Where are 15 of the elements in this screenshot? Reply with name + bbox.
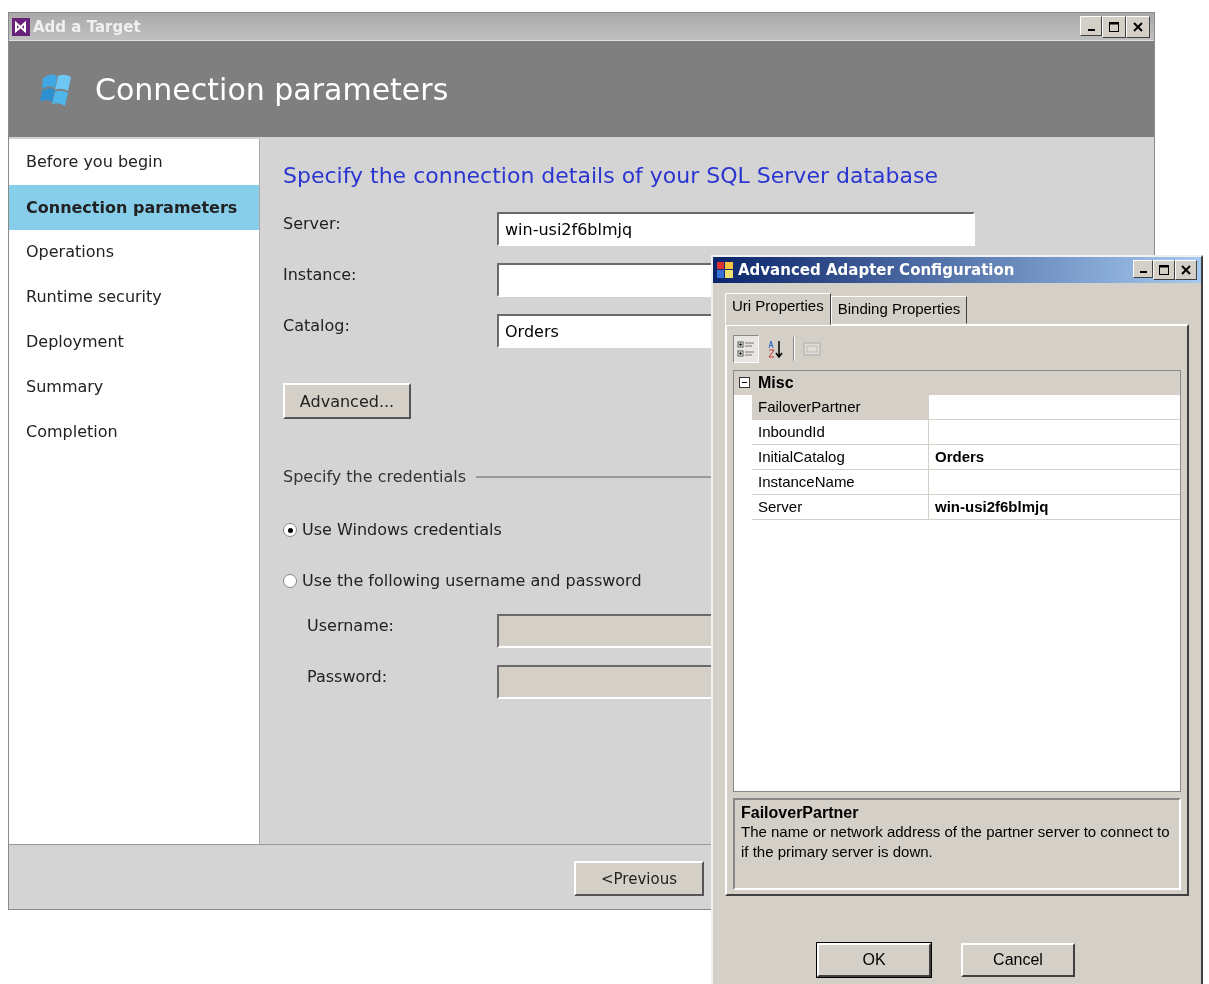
group-heading: Specify the credentials <box>283 467 466 486</box>
description-text: The name or network address of the partner server to connect to if the primary server is down. <box>741 822 1171 862</box>
radio-label: Use the following username and password <box>302 571 642 590</box>
window-title: Advanced Adapter Configuration <box>738 261 1016 279</box>
description-title: FailoverPartner <box>741 804 860 822</box>
field-label: Server: <box>283 213 342 233</box>
section-heading: Specify the connection details of your SQL Server database <box>283 163 939 188</box>
page-title: Connection parameters <box>95 71 449 107</box>
window-title: Add a Target <box>33 17 142 36</box>
field-label: Catalog: <box>283 315 351 335</box>
field-label: Username: <box>307 615 395 635</box>
radio-label: Use Windows credentials <box>302 520 502 539</box>
category-label: Misc <box>758 374 794 392</box>
field-label: Password: <box>307 666 389 686</box>
field-label: Instance: <box>283 264 358 284</box>
